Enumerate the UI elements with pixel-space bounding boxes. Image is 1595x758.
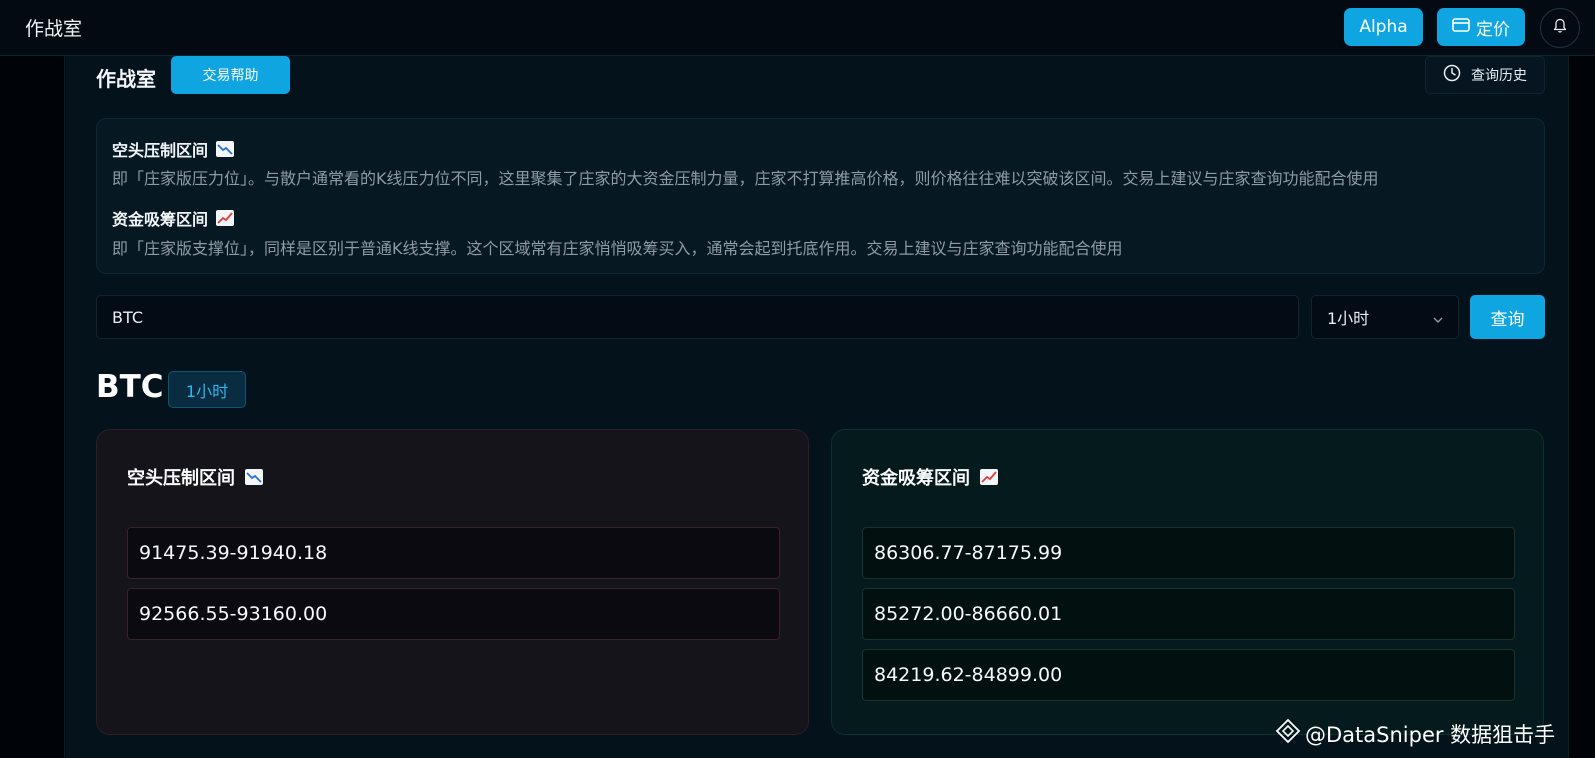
trade-help-button[interactable]: 交易帮助 bbox=[171, 56, 290, 94]
top-bar: 作战室 Alpha 定价 bbox=[0, 0, 1595, 56]
pricing-button[interactable]: 定价 bbox=[1437, 8, 1525, 46]
interval-select-value: 1小时 bbox=[1327, 309, 1370, 328]
query-button[interactable]: 查询 bbox=[1470, 295, 1545, 339]
support-info-title-text: 资金吸筹区间 bbox=[112, 210, 209, 229]
chart-decreasing-icon bbox=[245, 469, 263, 485]
resistance-range-row: 92566.55-93160.00 bbox=[127, 588, 780, 640]
support-info-description: 即「庄家版支撑位」，同样是区别于普通K线支撑。这个区域常有庄家悄悄吸筹买入，通常… bbox=[112, 239, 1123, 258]
accumulation-zone-card: 资金吸筹区间 86306.77-87175.99 85272.00-86660.… bbox=[831, 429, 1544, 735]
chart-increasing-icon bbox=[216, 210, 235, 226]
resistance-zone-card: 空头压制区间 91475.39-91940.18 92566.55-93160.… bbox=[96, 429, 809, 735]
resistance-info-description: 即「庄家版压力位」。与散户通常看的K线压力位不同，这里聚集了庄家的大资金压制力量… bbox=[112, 169, 1379, 188]
chart-increasing-icon bbox=[980, 469, 998, 485]
page-title: 作战室 bbox=[96, 67, 156, 91]
card-icon bbox=[1452, 17, 1470, 37]
app-title: 作战室 bbox=[25, 18, 83, 40]
support-info-title: 资金吸筹区间 bbox=[112, 206, 235, 230]
symbol-search-input[interactable] bbox=[96, 295, 1299, 339]
resistance-info-title: 空头压制区间 bbox=[112, 137, 235, 161]
notifications-button[interactable] bbox=[1540, 8, 1580, 48]
interval-select[interactable]: 1小时 bbox=[1311, 295, 1459, 339]
accumulation-range-row: 84219.62-84899.00 bbox=[862, 649, 1515, 701]
result-symbol: BTC bbox=[96, 369, 164, 405]
resistance-card-title-text: 空头压制区间 bbox=[127, 468, 235, 489]
accumulation-card-title: 资金吸筹区间 bbox=[862, 464, 998, 490]
bell-icon bbox=[1553, 18, 1567, 38]
resistance-range-row: 91475.39-91940.18 bbox=[127, 527, 780, 579]
explanation-panel: 空头压制区间 即「庄家版压力位」。与散户通常看的K线压力位不同，这里聚集了庄家的… bbox=[96, 118, 1545, 274]
right-scrollbar-track[interactable] bbox=[1568, 56, 1595, 758]
watermark: @DataSniper 数据狙击手 bbox=[1275, 718, 1555, 749]
pricing-label: 定价 bbox=[1476, 19, 1510, 40]
alpha-button[interactable]: Alpha bbox=[1344, 8, 1423, 46]
resistance-info-title-text: 空头压制区间 bbox=[112, 141, 209, 160]
clock-icon bbox=[1443, 64, 1461, 86]
result-interval-badge: 1小时 bbox=[168, 371, 246, 408]
accumulation-card-title-text: 资金吸筹区间 bbox=[862, 468, 970, 489]
query-history-button[interactable]: 查询历史 bbox=[1425, 56, 1545, 94]
accumulation-range-row: 85272.00-86660.01 bbox=[862, 588, 1515, 640]
query-history-label: 查询历史 bbox=[1471, 68, 1527, 84]
resistance-card-title: 空头压制区间 bbox=[127, 464, 263, 490]
diamond-logo-icon bbox=[1275, 718, 1301, 749]
watermark-text: @DataSniper 数据狙击手 bbox=[1305, 722, 1556, 747]
chevron-down-icon bbox=[1432, 311, 1444, 330]
left-sidebar bbox=[0, 56, 65, 758]
accumulation-range-row: 86306.77-87175.99 bbox=[862, 527, 1515, 579]
chart-decreasing-icon bbox=[216, 141, 235, 157]
